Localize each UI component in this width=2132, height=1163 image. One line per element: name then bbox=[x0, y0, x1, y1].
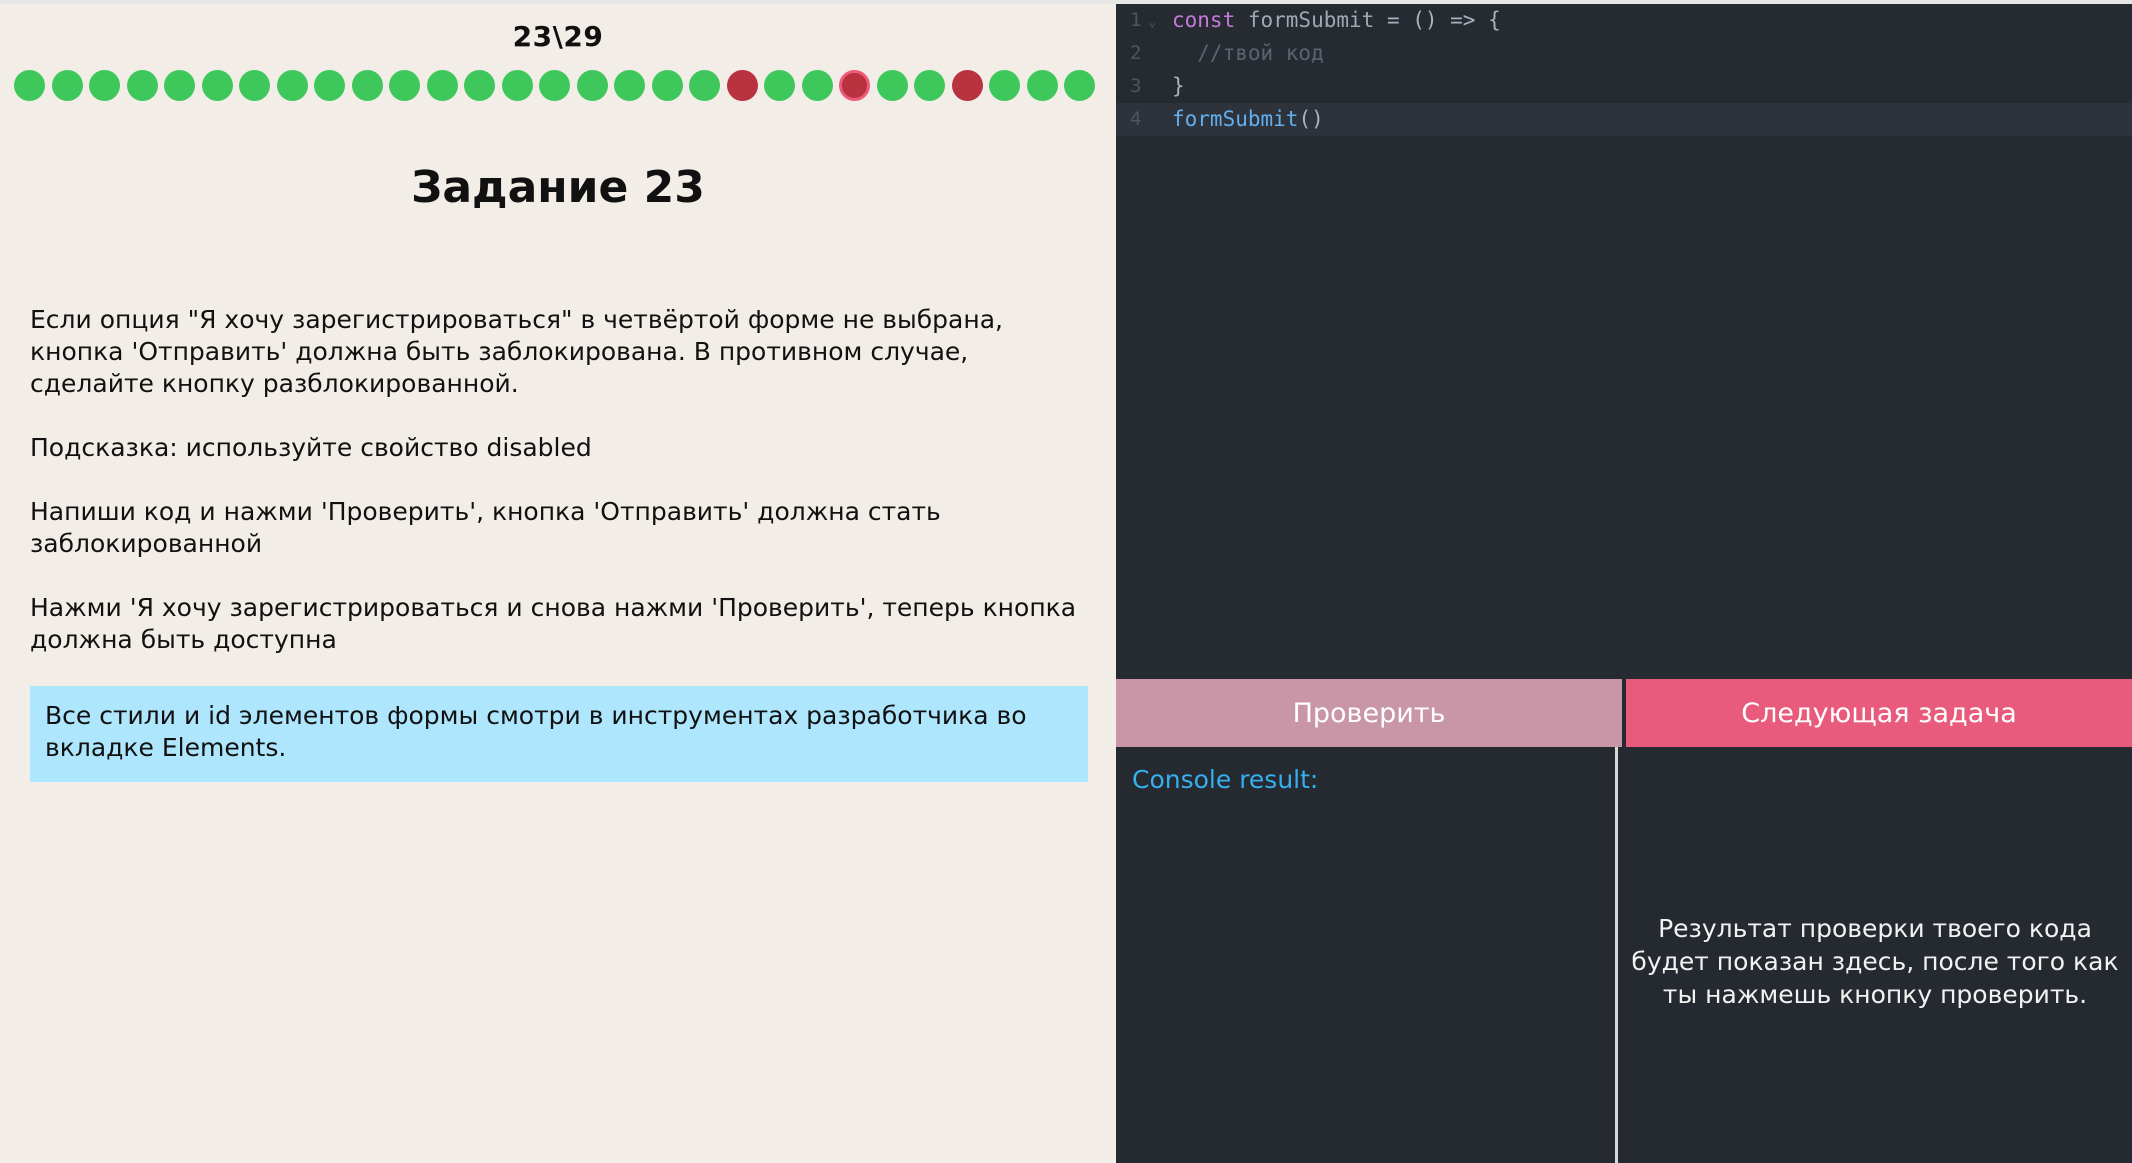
progress-dot-3[interactable] bbox=[89, 70, 120, 101]
progress-dot-20[interactable] bbox=[726, 70, 758, 101]
progress-dot-14[interactable] bbox=[501, 70, 533, 101]
progress-dot-12[interactable] bbox=[426, 70, 458, 101]
progress-dot-5[interactable] bbox=[164, 70, 195, 101]
progress-dot-10[interactable] bbox=[351, 70, 383, 101]
task-hint: Подсказка: используйте свойство disabled bbox=[30, 433, 592, 462]
progress-dot-4[interactable] bbox=[126, 70, 158, 101]
task-panel: 23\29 Задание 23 Если опция "Я хочу заре… bbox=[0, 4, 1116, 1163]
progress-dot-1[interactable] bbox=[14, 70, 45, 101]
code-token: const bbox=[1172, 8, 1236, 32]
progress-dot-18[interactable] bbox=[651, 70, 683, 101]
progress-dot-11[interactable] bbox=[389, 70, 420, 101]
code-token: //твой код bbox=[1172, 41, 1324, 65]
line-number: 3 bbox=[1130, 75, 1142, 97]
progress-dot-9[interactable] bbox=[314, 70, 345, 101]
task-paragraph: Если опция "Я хочу зарегистрироваться" в… bbox=[30, 305, 1003, 398]
code-line[interactable]: 3 } bbox=[1116, 70, 2132, 103]
code-panel: 1 ⌄ const formSubmit = () => { 2 //твой … bbox=[1116, 4, 2132, 1163]
progress-dot-29[interactable] bbox=[1064, 70, 1095, 101]
code-text: formSubmit() bbox=[1172, 103, 1324, 136]
progress-dot-24[interactable] bbox=[876, 70, 908, 101]
progress-dot-19[interactable] bbox=[689, 70, 720, 101]
progress-dot-23[interactable] bbox=[839, 70, 870, 101]
line-number: 2 bbox=[1130, 42, 1142, 64]
code-editor[interactable]: 1 ⌄ const formSubmit = () => { 2 //твой … bbox=[1116, 4, 2132, 678]
console-output: Console result: bbox=[1116, 747, 1615, 1163]
task-description: Если опция "Я хочу зарегистрироваться" в… bbox=[30, 304, 1088, 688]
code-token: } bbox=[1172, 74, 1185, 98]
code-text: //твой код bbox=[1172, 37, 1324, 70]
progress-dot-16[interactable] bbox=[576, 70, 608, 101]
progress-dot-17[interactable] bbox=[614, 70, 645, 101]
progress-dot-21[interactable] bbox=[764, 70, 795, 101]
console-label: Console result: bbox=[1132, 765, 1319, 794]
task-paragraph: Нажми 'Я хочу зарегистрироваться и снова… bbox=[30, 593, 1077, 654]
check-button[interactable]: Проверить bbox=[1116, 679, 1622, 747]
next-task-button[interactable]: Следующая задача bbox=[1626, 679, 2132, 747]
code-line[interactable]: 1 ⌄ const formSubmit = () => { bbox=[1116, 4, 2132, 37]
progress-dot-27[interactable] bbox=[989, 70, 1020, 101]
fold-chevron-icon[interactable]: ⌄ bbox=[1148, 6, 1156, 39]
code-text: const formSubmit = () => { bbox=[1172, 4, 1501, 37]
task-title: Задание 23 bbox=[411, 162, 705, 213]
code-line[interactable]: 2 //твой код bbox=[1116, 37, 2132, 70]
progress-dot-2[interactable] bbox=[51, 70, 83, 101]
progress-dot-6[interactable] bbox=[201, 70, 233, 101]
progress-dot-25[interactable] bbox=[914, 70, 945, 101]
progress-dot-7[interactable] bbox=[239, 70, 270, 101]
progress-dot-28[interactable] bbox=[1026, 70, 1058, 101]
code-token: formSubmit bbox=[1235, 8, 1375, 32]
code-text: } bbox=[1172, 70, 1185, 103]
code-token: = () => { bbox=[1374, 8, 1501, 32]
code-line-active[interactable]: 4 formSubmit() bbox=[1116, 103, 2132, 136]
progress-dot-13[interactable] bbox=[464, 70, 495, 101]
result-panel: Результат проверки твоего кода будет пок… bbox=[1618, 747, 2132, 1163]
task-counter: 23\29 bbox=[512, 20, 604, 53]
progress-dots bbox=[0, 69, 1116, 103]
progress-dot-15[interactable] bbox=[539, 70, 570, 101]
code-token: () bbox=[1298, 107, 1324, 131]
code-token: formSubmit bbox=[1172, 107, 1299, 131]
result-placeholder: Результат проверки твоего кода будет пок… bbox=[1631, 914, 2119, 1009]
info-note: Все стили и id элементов формы смотри в … bbox=[30, 686, 1088, 782]
line-number: 4 bbox=[1130, 108, 1142, 130]
task-paragraph: Напиши код и нажми 'Проверить', кнопка '… bbox=[30, 497, 941, 558]
progress-dot-8[interactable] bbox=[276, 70, 308, 101]
progress-dot-26[interactable] bbox=[951, 70, 983, 101]
progress-dot-22[interactable] bbox=[801, 70, 833, 101]
